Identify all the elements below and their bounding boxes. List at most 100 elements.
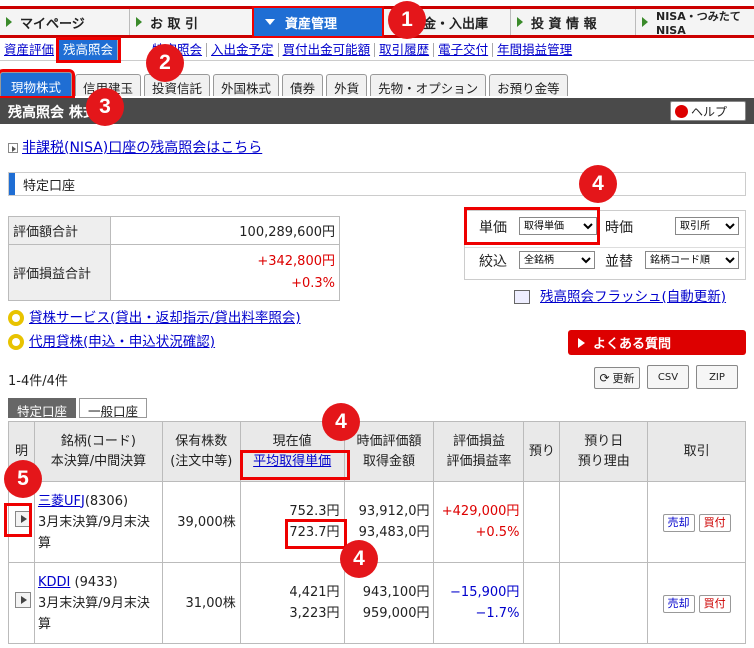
nisa-link-row: 非課税(NISA)口座の残高照会はこちら <box>8 137 262 157</box>
nav-tab-label: 金・入出庫 <box>423 16 489 32</box>
help-icon <box>675 104 688 118</box>
tab-fx[interactable]: 外貨 <box>326 74 368 96</box>
buy-button[interactable]: 買付 <box>698 594 731 613</box>
buy-button[interactable]: 買付 <box>698 513 731 532</box>
refresh-button[interactable]: ⟳ 更新 <box>594 367 640 389</box>
faq-label: よくある質問 <box>593 337 672 352</box>
lending-link-row: 貸株サービス(貸出・返却指示/貸出料率照会) <box>8 306 301 326</box>
nav-tab-nisa[interactable]: NISA・つみたてNISA <box>636 9 754 37</box>
arrow-icon <box>6 17 12 27</box>
faq-button[interactable]: よくある質問 <box>568 330 746 355</box>
refresh-icon: ⟳ <box>599 371 610 385</box>
subnav-buying-power[interactable]: 買付出金可能額 <box>279 42 376 57</box>
step-marker-4: 4 <box>340 540 378 578</box>
pl-amount: +429,000円 <box>441 504 520 519</box>
table-row: 三菱UFJ(8306) 3月末決算/9月末決算 39,000株 752.3円 723… <box>8 481 746 563</box>
step-marker-2: 2 <box>146 44 184 82</box>
pl-pct: +0.5% <box>475 525 520 540</box>
coin-icon <box>8 310 24 326</box>
pl-total-cell: +342,800円 +0.3% <box>110 244 340 301</box>
cost-amount: 959,000円 <box>362 606 430 621</box>
refresh-label: 更新 <box>612 372 635 385</box>
tab-foreign[interactable]: 外国株式 <box>213 74 280 96</box>
csv-label: CSV <box>657 371 679 383</box>
subnav-e-delivery[interactable]: 電子交付 <box>434 42 494 57</box>
eval-total-label: 評価額合計 <box>8 216 111 245</box>
sell-button[interactable]: 売却 <box>662 513 695 532</box>
pl-pct: −1.7% <box>475 606 520 621</box>
tab-general-account[interactable]: 一般口座 <box>79 398 148 419</box>
pl-amount: −15,900円 <box>450 585 520 600</box>
monitor-icon <box>514 290 530 304</box>
nav-tab-label: 投 資 情 報 <box>531 16 597 32</box>
settlement: 3月末決算/9月末決算 <box>37 514 150 551</box>
help-label: ヘルプ <box>691 104 728 119</box>
nav-tab-label: 資産管理 <box>285 16 338 32</box>
arrow-icon <box>642 17 648 27</box>
custody-date-cell <box>559 562 649 644</box>
col-name: 銘柄(コード) 本決算/中間決算 <box>33 421 163 482</box>
nav-tab-trade[interactable]: お 取 引 <box>130 9 253 35</box>
col-custody-date: 預り日 預り理由 <box>559 421 649 482</box>
subnav-annual-pl[interactable]: 年間損益管理 <box>493 42 576 57</box>
csv-button[interactable]: CSV <box>647 365 689 389</box>
nisa-link[interactable]: 非課税(NISA)口座の残高照会はこちら <box>22 140 262 156</box>
tab-bonds[interactable]: 債券 <box>282 74 324 96</box>
pl-total-pct: +0.3% <box>291 275 335 291</box>
shares: 31,00株 <box>161 562 241 644</box>
arrow-icon <box>136 17 142 27</box>
nav-tab-assets[interactable]: 資産管理 <box>252 6 384 38</box>
stock-name-link[interactable]: 三菱UFJ <box>38 494 85 509</box>
price-select[interactable]: 取引所 <box>675 217 739 235</box>
nav-tab-label: お 取 引 <box>150 16 199 32</box>
custody-date-cell <box>559 481 649 563</box>
subnav-asset-eval[interactable]: 資産評価 <box>0 42 60 57</box>
lending-link[interactable]: 貸株サービス(貸出・返却指示/貸出料率照会) <box>29 310 301 326</box>
subnav-schedule[interactable]: 入出金予定 <box>207 42 279 57</box>
stock-name-link[interactable]: KDDI <box>38 575 70 590</box>
divider <box>465 247 745 248</box>
name-cell: 三菱UFJ(8306) 3月末決算/9月末決算 <box>33 481 163 563</box>
custody-cell <box>523 562 561 644</box>
tab-deposits[interactable]: お預り金等 <box>489 74 568 96</box>
col-pl-line2: 評価損益率 <box>446 453 512 469</box>
help-button[interactable]: ヘルプ <box>670 101 746 121</box>
table-row: KDDI (9433) 3月末決算/9月末決算 31,00株 4,421円 3,22… <box>8 562 746 644</box>
collateral-link[interactable]: 代用貸株(申込・申込状況確認) <box>29 334 215 350</box>
highlight-box-avg <box>240 450 350 480</box>
expand-button[interactable] <box>15 591 31 608</box>
shares: 39,000株 <box>161 481 241 563</box>
col-shares: 保有株数 (注文中等) <box>161 421 241 482</box>
market-value: 93,912,0円 <box>358 504 430 519</box>
price-label: 時価 <box>605 220 633 236</box>
tab-futures[interactable]: 先物・オプション <box>370 74 487 96</box>
price-cell: 4,421円 3,223円 <box>239 562 345 644</box>
trade-cell: 売却 買付 <box>647 481 746 563</box>
nav-tab-info[interactable]: 投 資 情 報 <box>511 9 636 35</box>
highlight-box-unit <box>464 207 600 245</box>
sell-button[interactable]: 売却 <box>662 594 695 613</box>
tab-specific-account[interactable]: 特定口座 <box>8 398 77 419</box>
flash-link[interactable]: 残高照会フラッシュ(自動更新) <box>540 289 726 305</box>
zip-button[interactable]: ZIP <box>696 365 738 389</box>
play-icon <box>578 337 585 348</box>
filter-select[interactable]: 全銘柄 <box>519 251 595 269</box>
nav-tab-mypage[interactable]: マイページ <box>0 9 130 35</box>
coin-icon <box>8 334 24 350</box>
col-shares-line1: 保有株数 <box>175 433 228 449</box>
pl-cell: +429,000円 +0.5% <box>433 481 525 563</box>
stock-code: (9433) <box>74 574 118 590</box>
account-tabs: 特定口座 一般口座 <box>8 398 148 419</box>
tab-stocks[interactable]: 現物株式 <box>0 69 76 99</box>
trade-cell: 売却 買付 <box>647 562 746 644</box>
subnav-balance[interactable]: 残高照会 <box>56 36 122 63</box>
name-cell: KDDI (9433) 3月末決算/9月末決算 <box>33 562 163 644</box>
arrow-icon <box>517 17 523 27</box>
pl-cell: −15,900円 −1.7% <box>433 562 525 644</box>
product-tabs: 現物株式 信用建玉 投資信託 外国株式 債券 外貨 先物・オプション お預り金等 <box>0 69 568 99</box>
sort-select[interactable]: 銘柄コード順 <box>645 251 739 269</box>
pl-total-label: 評価損益合計 <box>8 244 111 301</box>
sub-navigation: 資産評価 残高照会 特定照会 入出金予定 買付出金可能額 取引履歴 電子交付 年… <box>0 36 754 63</box>
col-trade: 取引 <box>647 421 746 482</box>
subnav-history[interactable]: 取引履歴 <box>375 42 435 57</box>
